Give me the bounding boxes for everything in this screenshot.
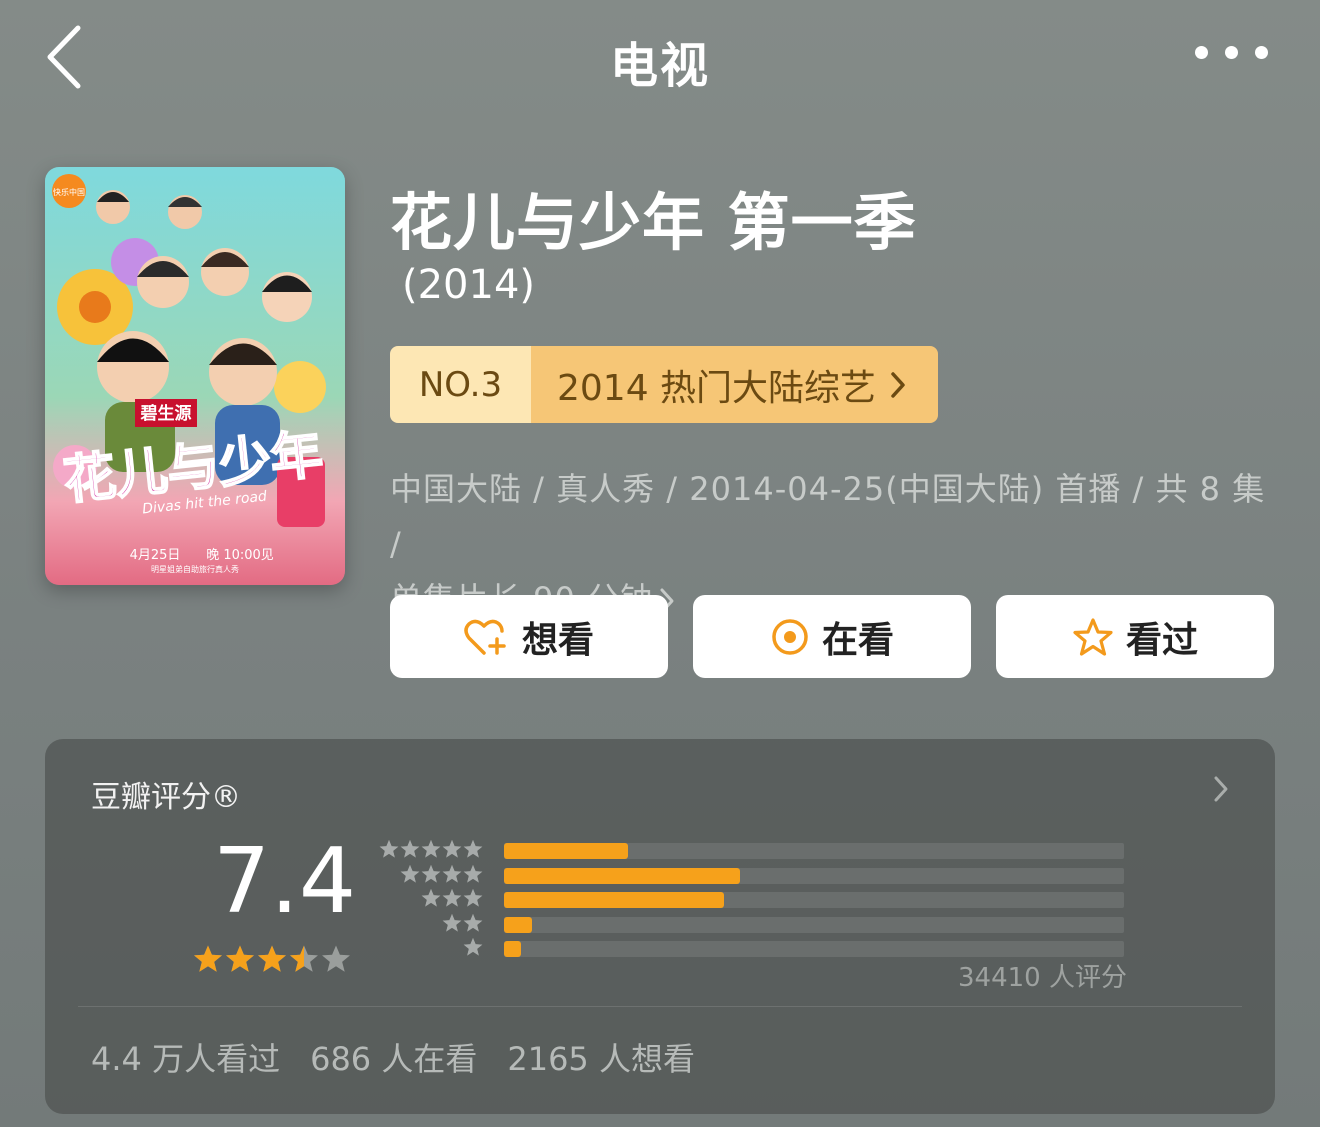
poster-date: 4月25日 [130, 548, 181, 563]
want-to-watch-button[interactable]: 想看 [390, 595, 668, 678]
star-icon [421, 889, 441, 907]
rating-score: 7.4 [213, 829, 357, 934]
star-icon [226, 945, 254, 972]
distribution-track [504, 867, 1124, 884]
rank-category-label: 2014 热门大陆综艺 [557, 367, 877, 409]
show-poster[interactable]: 碧生源 花儿与少年 Divas hit the road 快乐中国 4月25日 … [45, 167, 345, 585]
star-icon [290, 945, 318, 972]
star-icon [322, 945, 350, 972]
watching-label: 在看 [821, 619, 894, 661]
chevron-right-icon [891, 371, 905, 398]
want-count: 2165 人想看 [507, 1040, 695, 1078]
distribution-star-label [442, 913, 483, 933]
star-icon [400, 840, 420, 858]
distribution-star-label [421, 888, 483, 908]
star-icon [258, 945, 286, 972]
watching-count: 686 人在看 [310, 1040, 478, 1078]
poster-brand-text: 碧生源 [140, 403, 192, 424]
rating-stars [193, 944, 351, 974]
divider [78, 1006, 1242, 1007]
distribution-row-2-star [380, 913, 1140, 937]
more-button[interactable] [1195, 46, 1268, 59]
rank-number: NO.3 [390, 346, 531, 423]
watched-button[interactable]: 看过 [996, 595, 1274, 678]
audience-stats: 4.4 万人看过 686 人在看 2165 人想看 [91, 1034, 695, 1080]
star-icon [442, 840, 462, 858]
page-title: 电视 [609, 38, 710, 94]
poster-subtext: 明星姐弟自助旅行真人秀 [151, 564, 239, 574]
distribution-star-label [379, 839, 483, 859]
rating-card[interactable]: 豆瓣评分® 7.4 34410 人评分 4.4 万人看过 686 人在看 216… [45, 739, 1275, 1114]
distribution-track [504, 892, 1124, 908]
star-icon [194, 945, 222, 972]
watched-label: 看过 [1125, 619, 1198, 661]
rating-count: 34410 人评分 [958, 963, 1127, 993]
distribution-bar [504, 892, 725, 908]
distribution-track [504, 843, 1124, 859]
star-icon [421, 840, 441, 858]
heart-plus-icon [464, 619, 506, 655]
star-icon [463, 864, 483, 882]
distribution-star-label [463, 937, 483, 957]
chevron-right-icon[interactable] [1213, 775, 1229, 803]
star-icon [421, 864, 441, 882]
star-icon [463, 840, 483, 858]
watching-button[interactable]: 在看 [693, 595, 971, 678]
star-icon [442, 864, 462, 882]
rank-category: 2014 热门大陆综艺 [531, 346, 938, 423]
distribution-track [504, 941, 1124, 957]
star-icon [379, 840, 399, 858]
action-buttons: 想看 在看 看过 [390, 595, 1274, 678]
star-icon [463, 938, 483, 956]
nav-bar: 电视 [0, 0, 1320, 115]
target-circle-icon [772, 618, 808, 655]
star-icon [463, 889, 483, 907]
poster-time: 晚 10:00见 [206, 548, 274, 563]
star-icon [463, 913, 483, 931]
rating-title: 豆瓣评分® [91, 780, 241, 815]
poster-image: 碧生源 花儿与少年 Divas hit the road 快乐中国 4月25日 … [45, 167, 345, 585]
distribution-track [504, 916, 1124, 933]
ranking-badge[interactable]: NO.3 2014 热门大陆综艺 [390, 346, 938, 423]
distribution-bar [504, 916, 532, 933]
distribution-star-label [400, 864, 483, 884]
metadata-line-1: 中国大陆 / 真人秀 / 2014-04-25(中国大陆) 首播 / 共 8 集… [390, 470, 1266, 563]
distribution-bar [504, 843, 628, 859]
distribution-row-4-star [380, 864, 1140, 888]
distribution-bar [504, 867, 740, 884]
star-icon [442, 913, 462, 931]
show-year: (2014) [402, 262, 536, 308]
star-outline-icon [1073, 617, 1113, 656]
distribution-bar [504, 941, 522, 957]
poster-channel-logo: 快乐中国 [53, 187, 85, 197]
more-dots-icon [1195, 46, 1208, 59]
star-icon [442, 889, 462, 907]
want-to-watch-label: 想看 [521, 619, 594, 661]
distribution-row-3-star [380, 888, 1140, 912]
star-icon [400, 864, 420, 882]
watched-count: 4.4 万人看过 [91, 1040, 281, 1078]
show-title: 花儿与少年 第一季 [390, 186, 917, 259]
distribution-row-5-star [379, 839, 1140, 863]
